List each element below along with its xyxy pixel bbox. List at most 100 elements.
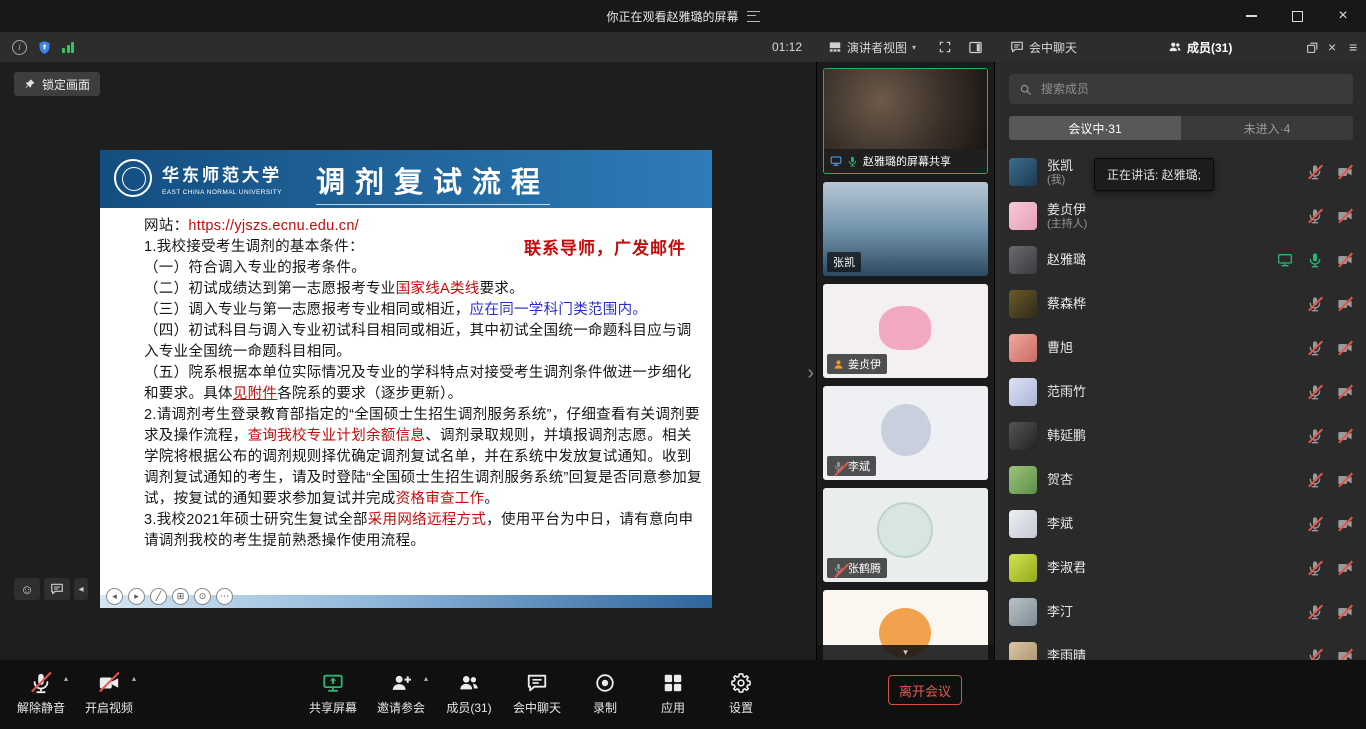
mic-muted-icon[interactable] (1307, 384, 1323, 400)
camera-off-icon[interactable] (1337, 384, 1353, 400)
camera-off-icon[interactable] (1337, 648, 1353, 660)
member-row[interactable]: 贺杏 (995, 458, 1366, 502)
popout-panel-button[interactable] (1306, 32, 1319, 62)
member-row[interactable]: 李淑君 (995, 546, 1366, 590)
members-button[interactable]: 成员(31) (438, 671, 500, 716)
network-signal-icon[interactable] (62, 32, 74, 62)
screen-sharing-icon[interactable] (1277, 252, 1293, 268)
tab-not-joined[interactable]: 未进入·4 (1181, 116, 1353, 140)
chat-panel-header[interactable]: 会中聊天 (1010, 32, 1077, 62)
leave-meeting-button[interactable]: 离开会议 (888, 675, 962, 705)
apps-label: 应用 (661, 699, 685, 716)
text-segment: 资格审查工作 (396, 491, 485, 507)
members-panel-header[interactable]: 成员(31) (1168, 32, 1232, 62)
member-row[interactable]: 姜贞伊(主持人) (995, 194, 1366, 238)
mic-muted-icon[interactable] (1307, 428, 1323, 444)
mic-muted-icon[interactable] (1307, 516, 1323, 532)
member-row[interactable]: 曹旭 (995, 326, 1366, 370)
member-search-box[interactable] (1009, 74, 1353, 104)
slide-zoom-button[interactable]: ⊙ (194, 588, 211, 605)
invite-button[interactable]: 邀请参会 ▴ (370, 671, 432, 716)
mic-on-icon[interactable] (1307, 252, 1323, 268)
maximize-button[interactable] (1274, 0, 1320, 32)
record-button[interactable]: 录制 (574, 671, 636, 716)
layout-panel-button[interactable] (968, 32, 983, 62)
gear-icon (730, 671, 752, 695)
search-input[interactable] (1039, 81, 1343, 97)
start-video-button[interactable]: 开启视频 ▴ (78, 671, 140, 716)
pin-view-button[interactable]: 锁定画面 (14, 72, 100, 96)
screen-share-icon (830, 155, 842, 167)
unmute-button[interactable]: 解除静音 ▴ (10, 671, 72, 716)
tab-in-meeting[interactable]: 会议中·31 (1009, 116, 1181, 140)
fullscreen-button[interactable] (938, 32, 952, 62)
camera-off-icon[interactable] (1337, 516, 1353, 532)
slide-website-link[interactable]: https://yjszs.ecnu.edu.cn/ (188, 218, 359, 234)
member-row[interactable]: 韩延鹏 (995, 414, 1366, 458)
camera-off-icon[interactable] (1337, 604, 1353, 620)
camera-off-icon[interactable] (1337, 472, 1353, 488)
mic-muted-icon[interactable] (1307, 648, 1323, 660)
camera-off-icon[interactable] (1337, 428, 1353, 444)
video-tile[interactable]: 李斌 (823, 386, 988, 480)
expand-panel-chevron[interactable]: › (807, 362, 814, 385)
text-segment: 。 (484, 491, 499, 507)
scroll-videos-down-chevron[interactable]: ▾ (817, 645, 994, 660)
meeting-info-icon[interactable]: i (12, 32, 27, 62)
camera-off-icon[interactable] (1337, 164, 1353, 180)
member-row[interactable]: 赵雅璐 (995, 238, 1366, 282)
avatar (1009, 510, 1037, 538)
camera-off-icon[interactable] (1337, 252, 1353, 268)
slide-prev-button[interactable]: ◂ (106, 588, 123, 605)
mic-options-caret[interactable]: ▴ (64, 674, 68, 683)
view-mode-selector[interactable]: 演讲者视图 ▾ (828, 32, 916, 62)
slide-pen-button[interactable]: ╱ (150, 588, 167, 605)
minimize-button[interactable] (1228, 0, 1274, 32)
panel-menu-button[interactable]: ≡ (1349, 32, 1357, 62)
view-mode-label: 演讲者视图 (847, 39, 907, 56)
quick-chat-button[interactable] (44, 578, 70, 600)
close-button[interactable]: × (1320, 0, 1366, 32)
slide-title: 调剂复试流程 (316, 159, 550, 205)
camera-off-icon[interactable] (1337, 208, 1353, 224)
settings-button[interactable]: 设置 (710, 671, 772, 716)
slide-grid-button[interactable]: ⊞ (172, 588, 189, 605)
member-row[interactable]: 李汀 (995, 590, 1366, 634)
mic-muted-icon[interactable] (1307, 560, 1323, 576)
reaction-emoji-button[interactable]: ☺ (14, 578, 40, 600)
video-tile[interactable]: 张鹤腾 (823, 488, 988, 582)
camera-off-icon[interactable] (1337, 340, 1353, 356)
apps-button[interactable]: 应用 (642, 671, 704, 716)
mic-muted-icon[interactable] (1307, 340, 1323, 356)
mic-muted-icon[interactable] (1307, 472, 1323, 488)
chat-header-label: 会中聊天 (1029, 39, 1077, 56)
member-name: 贺杏 (1047, 472, 1073, 488)
chat-button[interactable]: 会中聊天 (506, 671, 568, 716)
invite-icon (390, 671, 412, 695)
share-screen-label: 共享屏幕 (309, 699, 357, 716)
close-panel-button[interactable]: × (1328, 32, 1336, 62)
slide-more-button[interactable]: ⋯ (216, 588, 233, 605)
video-tile[interactable]: 姜贞伊 (823, 284, 988, 378)
member-row[interactable]: 李斌 (995, 502, 1366, 546)
member-row[interactable]: 蔡森桦 (995, 282, 1366, 326)
mic-muted-icon[interactable] (1307, 208, 1323, 224)
video-tile-screen-share[interactable]: 赵雅璐的屏幕共享 (823, 68, 988, 174)
camera-off-icon[interactable] (1337, 296, 1353, 312)
annotation-icon[interactable] (747, 11, 760, 22)
slide-next-button[interactable]: ▸ (128, 588, 145, 605)
mic-on-icon (847, 156, 858, 167)
mic-muted-icon[interactable] (1307, 604, 1323, 620)
camera-off-icon[interactable] (1337, 560, 1353, 576)
video-options-caret[interactable]: ▴ (132, 674, 136, 683)
mic-muted-icon[interactable] (1307, 164, 1323, 180)
video-tile[interactable]: 张凯 (823, 182, 988, 276)
invite-options-caret[interactable]: ▴ (424, 674, 428, 683)
unmute-label: 解除静音 (17, 699, 65, 716)
share-screen-button[interactable]: 共享屏幕 (302, 671, 364, 716)
member-row[interactable]: 范雨竹 (995, 370, 1366, 414)
mic-muted-icon[interactable] (1307, 296, 1323, 312)
member-row[interactable]: 李雨晴 (995, 634, 1366, 660)
collapse-overlay-button[interactable]: ◂ (74, 578, 88, 600)
security-shield-icon[interactable] (37, 32, 52, 62)
